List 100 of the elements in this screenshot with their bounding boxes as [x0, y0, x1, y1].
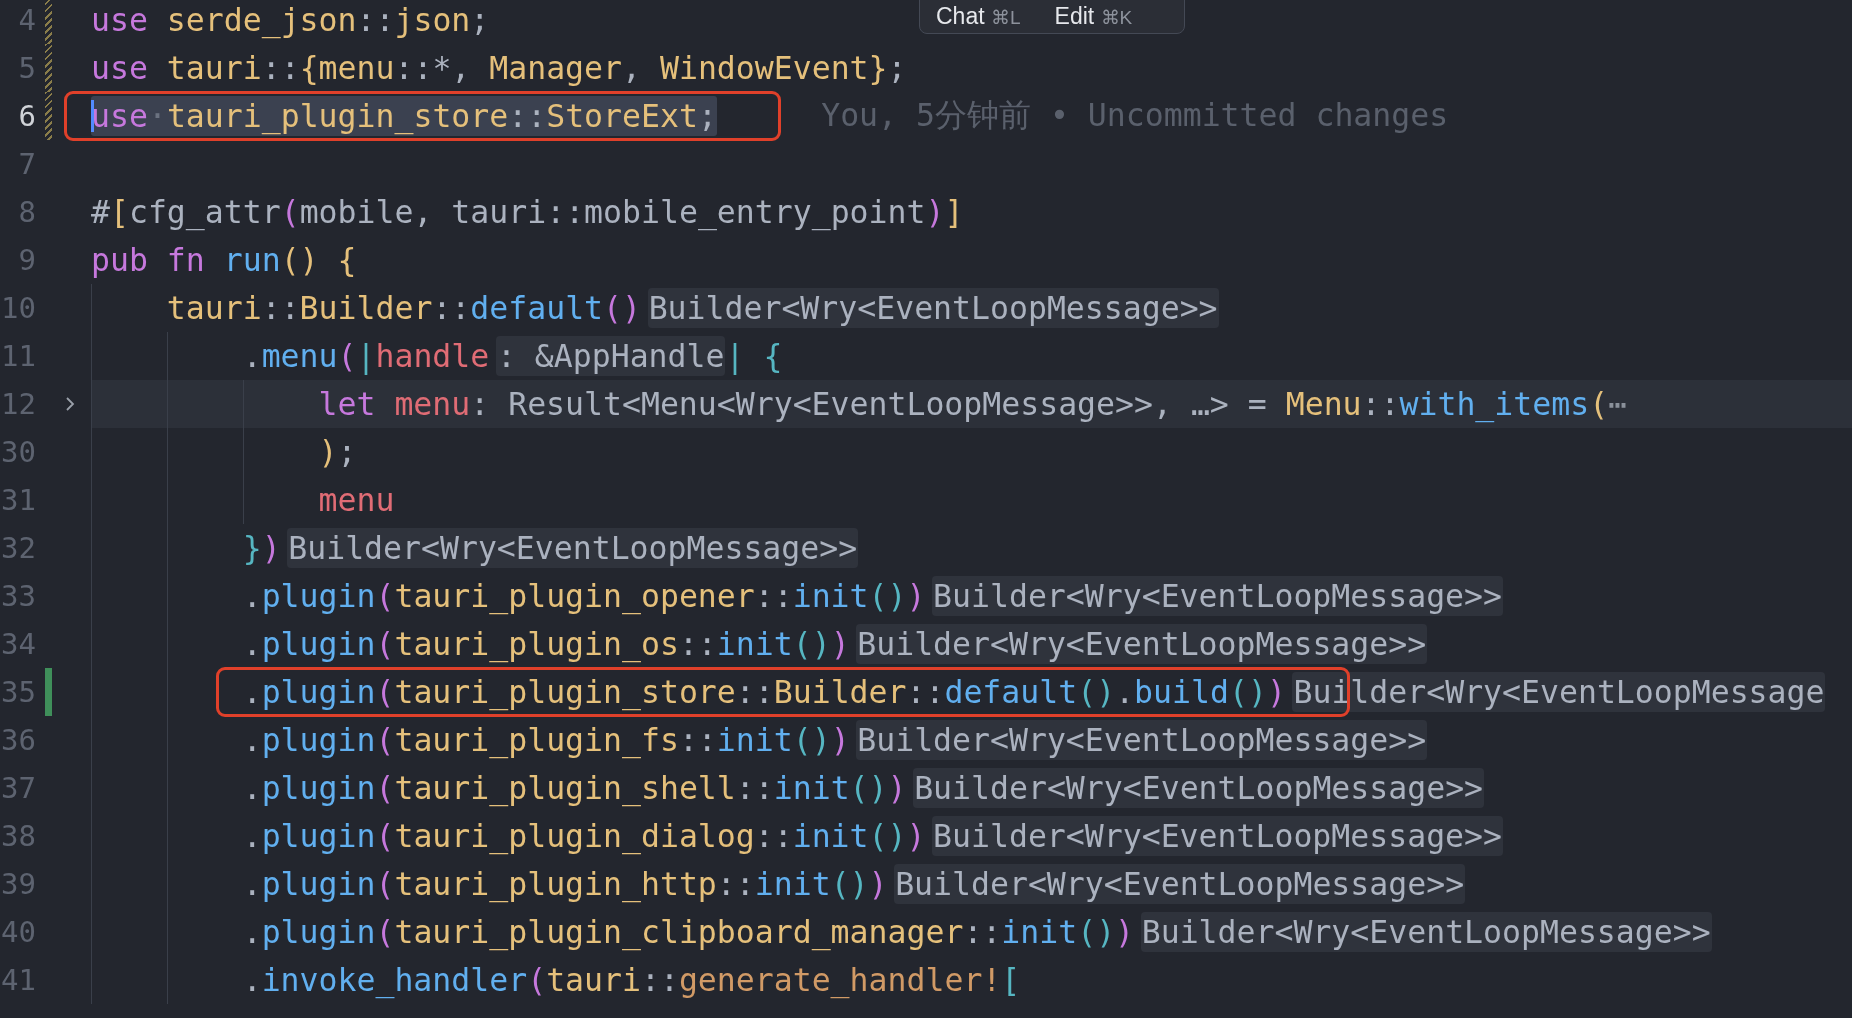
bracket: () — [868, 817, 907, 856]
function-name: plugin — [261, 577, 376, 616]
code-text: . — [242, 625, 262, 664]
bracket: { — [299, 49, 319, 88]
bracket: ( — [1589, 385, 1609, 424]
keyword: use — [91, 1, 148, 40]
type-name: tauri_plugin_store — [394, 673, 736, 712]
code-text: :: — [716, 865, 755, 904]
code-text: :: — [963, 913, 1002, 952]
line-number: 9 — [17, 243, 36, 277]
bracket: ) — [261, 529, 281, 568]
bracket: } — [868, 49, 888, 88]
variable-name: handle — [375, 337, 490, 376]
code-text: ; — [470, 1, 490, 40]
code-text: . — [242, 577, 262, 616]
variable-name: menu — [318, 481, 395, 520]
code-text: ; — [337, 433, 357, 472]
function-name: default — [944, 673, 1078, 712]
keyword: let — [318, 385, 376, 424]
code-text: . — [242, 721, 262, 760]
function-name: init — [754, 865, 831, 904]
type-name: tauri_plugin_dialog — [394, 817, 755, 856]
line-number: 36 — [0, 723, 36, 757]
bracket: } — [242, 529, 262, 568]
type-name: json — [394, 1, 471, 40]
code-text: . — [1115, 673, 1135, 712]
code-text: :: — [1361, 385, 1400, 422]
line-number: 33 — [0, 579, 36, 613]
bracket: ) — [830, 721, 850, 760]
function-name: init — [773, 769, 850, 808]
code-text: :: — [261, 49, 300, 88]
function-name: plugin — [261, 673, 376, 712]
code-text: . — [242, 337, 262, 376]
code-text: :: — [261, 289, 300, 328]
bracket: ( — [375, 913, 395, 952]
bracket: ( — [375, 721, 395, 760]
bracket: ( — [375, 865, 395, 904]
type-name: Manager — [489, 49, 623, 88]
type-name: tauri — [546, 961, 641, 1000]
inlay-hint: Builder<Wry<EventLoopMessage>> — [894, 864, 1466, 904]
whitespace-dot: · — [147, 97, 167, 136]
code-text: = — [1247, 385, 1267, 424]
line-number: 11 — [0, 339, 36, 373]
code-text: :: — [678, 721, 717, 760]
type-name: tauri — [166, 49, 262, 88]
bracket: ( — [375, 769, 395, 808]
bracket: ( — [527, 961, 547, 1000]
type-name: tauri_plugin_clipboard_manager — [394, 913, 964, 952]
keyword: fn — [166, 241, 205, 280]
line-number: 31 — [0, 483, 36, 517]
code-text: , — [622, 49, 641, 88]
type-name: tauri_plugin_opener — [394, 577, 755, 616]
chevron-icon[interactable] — [65, 396, 75, 412]
bracket: { — [763, 337, 783, 376]
bracket: () — [792, 625, 831, 664]
inlay-hint: Builder<Wry<EventLoopMessage>> — [856, 720, 1428, 760]
edit-button[interactable]: Edit ⌘K — [1050, 0, 1137, 33]
line-number: 40 — [0, 915, 36, 949]
function-name: build — [1134, 673, 1229, 712]
code-text: :: — [735, 673, 774, 712]
function-name: plugin — [261, 625, 376, 664]
function-name: plugin — [261, 769, 376, 808]
function-name: plugin — [261, 817, 376, 856]
bracket: ] — [944, 193, 964, 232]
code-text: :: — [640, 961, 679, 1000]
bracket: ) — [868, 865, 888, 904]
bracket: | — [356, 337, 376, 376]
inlay-hint: Builder<Wry<EventLoopMessage>> — [932, 576, 1504, 616]
bracket: ( — [280, 193, 300, 232]
code-text: . — [242, 865, 262, 904]
code-text: :: — [508, 97, 547, 136]
bracket: () — [849, 769, 888, 808]
code-text: . — [242, 961, 262, 1000]
bracket: () — [1077, 913, 1116, 952]
bracket: [ — [1001, 961, 1021, 1000]
keyword: use — [91, 97, 148, 136]
code-text: cfg_attr — [128, 193, 281, 232]
line-number: 6 — [17, 99, 36, 133]
inlay-hint: Builder<Wry<EventLoopMessage>> — [1140, 912, 1712, 952]
chat-button[interactable]: Chat ⌘L — [932, 0, 1025, 33]
inlay-hint: Builder<Wry<EventLoopMessage>> — [856, 624, 1428, 664]
bracket: ( — [375, 577, 395, 616]
bracket: ) — [1266, 673, 1286, 712]
code-text: mobile, — [299, 193, 433, 232]
code-text: :: — [735, 769, 774, 808]
code-text: . — [242, 769, 262, 808]
code-text: # — [91, 193, 110, 232]
type-name: Builder — [773, 673, 907, 712]
function-name: plugin — [261, 865, 376, 904]
type-name: tauri_plugin_store — [166, 97, 509, 136]
variable-name: menu — [394, 385, 471, 424]
bracket: ) — [830, 625, 850, 664]
line-number: 7 — [17, 147, 36, 181]
code-text: :: — [432, 289, 471, 328]
bracket: () — [1228, 673, 1267, 712]
type-name: WindowEvent — [659, 49, 869, 88]
type-name: tauri_plugin_http — [394, 865, 717, 904]
line-number: 41 — [0, 963, 36, 997]
bracket: ) — [887, 769, 907, 808]
blame-annotation: You, 5分钟前 • Uncommitted changes — [821, 96, 1449, 135]
